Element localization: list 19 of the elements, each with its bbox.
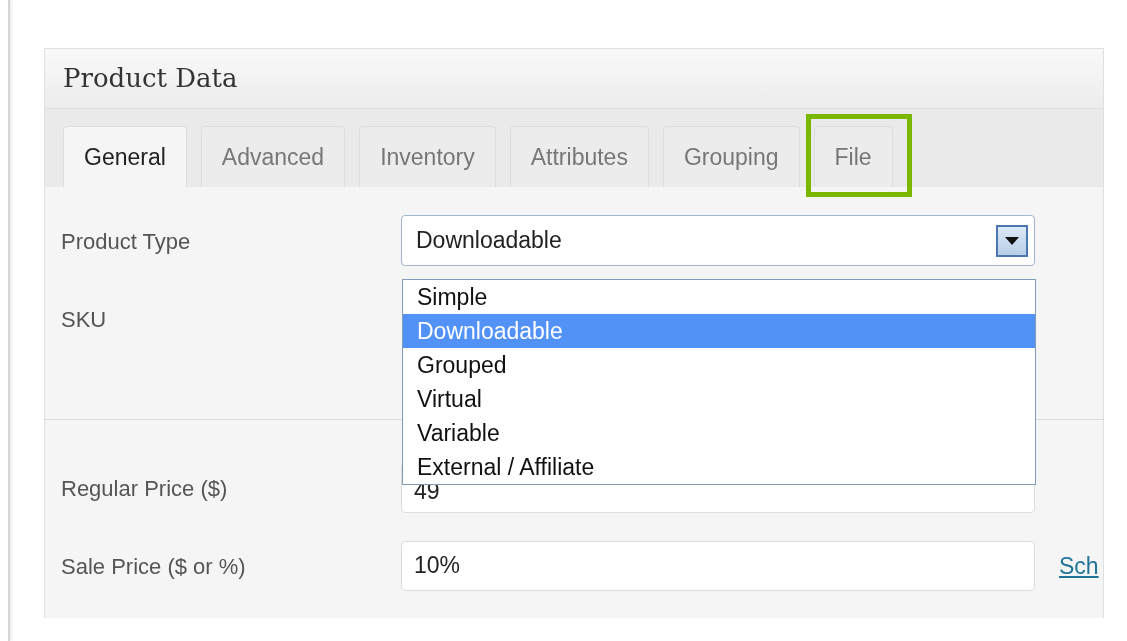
panel-title: Product Data [63, 63, 238, 93]
tab[interactable]: Attributes [509, 126, 649, 187]
sale-price-field[interactable]: 10% [401, 541, 1035, 591]
schedule-link[interactable]: Sch [1059, 548, 1099, 584]
tab[interactable]: Grouping [662, 126, 800, 187]
dropdown-option[interactable]: Simple [403, 280, 1035, 314]
tab[interactable]: Advanced [200, 126, 346, 187]
field-label: Regular Price ($) [61, 474, 229, 503]
field-label: SKU [61, 306, 108, 334]
dropdown-option[interactable]: Virtual [403, 382, 1035, 416]
select-value: Downloadable [416, 226, 562, 256]
tab[interactable]: File [813, 126, 893, 187]
tab[interactable]: General [63, 126, 187, 187]
product-type-select[interactable]: Downloadable [401, 215, 1035, 266]
dropdown-option[interactable]: Grouped [403, 348, 1035, 382]
dropdown-option[interactable]: Variable [403, 416, 1035, 450]
tab[interactable]: Inventory [359, 126, 496, 187]
field-label: Sale Price ($ or %) [61, 552, 247, 581]
field-label: Product Type [61, 228, 192, 256]
